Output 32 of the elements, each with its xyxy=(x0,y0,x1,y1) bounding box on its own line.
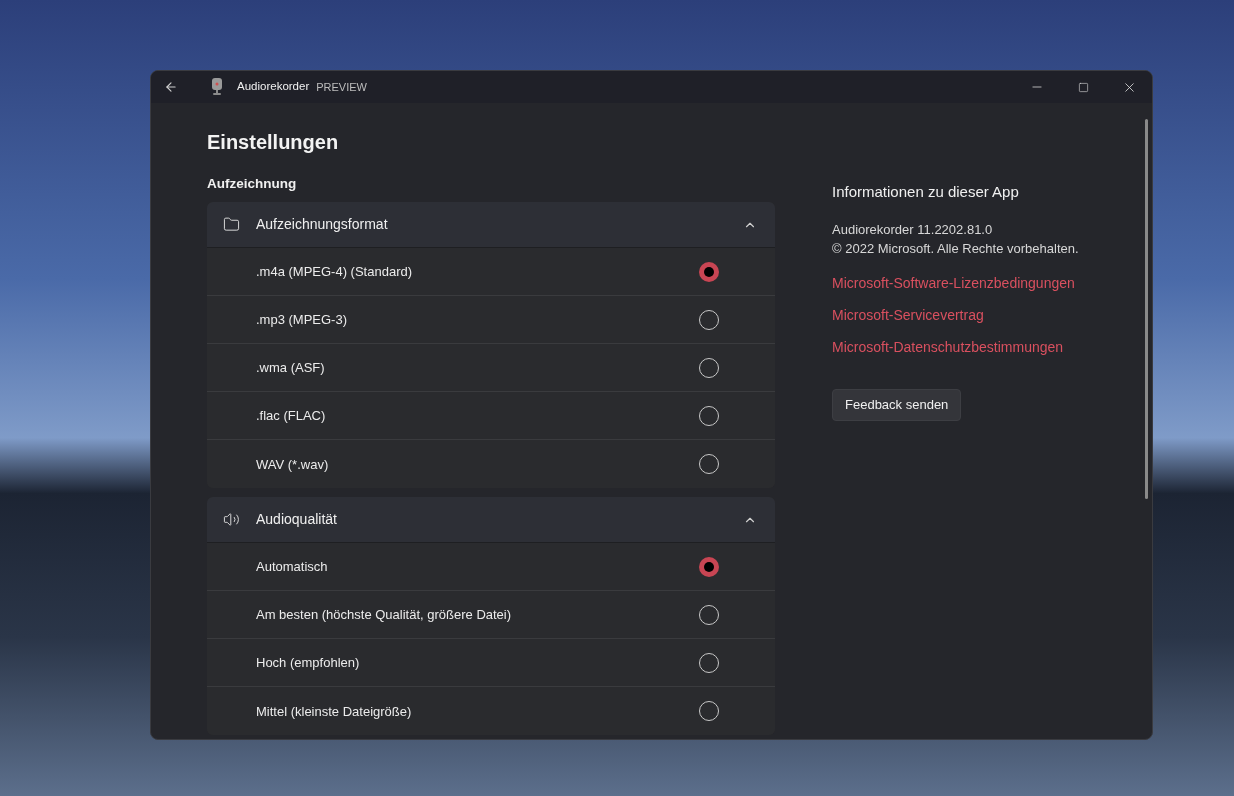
folder-icon xyxy=(223,216,240,234)
link[interactable]: Microsoft-Software-Lizenzbedingungen xyxy=(832,273,1075,293)
option-label: .m4a (MPEG-4) (Standard) xyxy=(256,263,414,281)
preview-label: PREVIEW xyxy=(316,79,367,95)
page-title: Einstellungen xyxy=(207,130,340,155)
option-label: Automatisch xyxy=(256,558,329,576)
option-label: .mp3 (MPEG-3) xyxy=(256,311,348,329)
maximize-icon xyxy=(1077,81,1089,93)
copyright-text: © 2022 Microsoft. Alle Rechte vorbehalten. xyxy=(832,239,1079,258)
window-title: Audiorekorder xyxy=(237,79,310,95)
link[interactable]: Microsoft-Servicevertrag xyxy=(832,305,984,325)
expander-header[interactable]: Audioqualität xyxy=(207,497,775,544)
radio-button[interactable] xyxy=(699,261,719,282)
section-heading: Aufzeichnung xyxy=(207,175,298,193)
radio-button[interactable] xyxy=(699,556,719,577)
expander-header[interactable]: Aufzeichnungsformat xyxy=(207,202,775,249)
about-heading: Informationen zu dieser App xyxy=(832,182,1020,202)
scrollbar[interactable] xyxy=(1145,119,1148,499)
option-label: Am besten (höchste Qualität, größere Datei) xyxy=(256,606,513,624)
expander-title: Audioqualität xyxy=(256,510,338,530)
feedback-button[interactable]: Feedback senden xyxy=(832,388,962,421)
option-label: Hoch (empfohlen) xyxy=(256,654,361,672)
option-label: WAV (*.wav) xyxy=(256,455,330,474)
option-label: Mittel (kleinste Dateigröße) xyxy=(256,702,413,721)
version-text: Audiorekorder 11.2202.81.0 xyxy=(832,220,994,239)
option-label: .wma (ASF) xyxy=(256,359,326,377)
expander-title: Aufzeichnungsformat xyxy=(256,215,389,235)
microphone-icon xyxy=(211,78,223,96)
back-arrow-icon xyxy=(164,80,178,94)
speaker-icon xyxy=(223,511,240,529)
option-label: .flac (FLAC) xyxy=(256,407,327,425)
link[interactable]: Microsoft-Datenschutzbestimmungen xyxy=(832,337,1064,357)
